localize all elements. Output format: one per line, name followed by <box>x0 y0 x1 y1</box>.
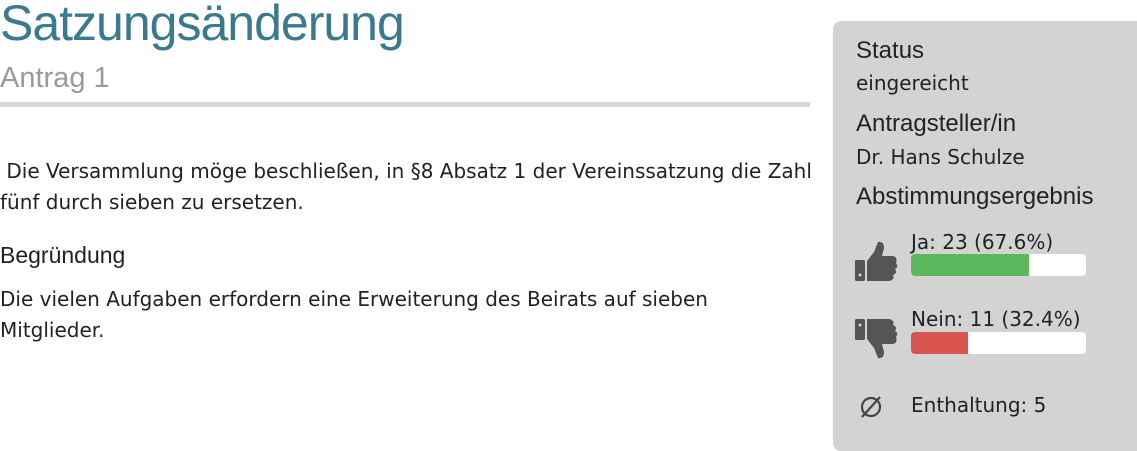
no-vote-bar <box>911 332 1086 354</box>
yes-vote-bar-fill <box>911 254 1030 276</box>
yes-vote-label: Ja: 23 (67.6%) <box>911 230 1054 254</box>
page-subtitle: Antrag 1 <box>0 62 110 94</box>
title-divider <box>0 102 810 107</box>
applicant-value: Dr. Hans Schulze <box>856 145 1025 169</box>
yes-vote-bar <box>911 254 1086 276</box>
motion-text: Die Versammlung möge beschließen, in §8 … <box>0 159 825 214</box>
no-vote-bar-fill <box>911 332 968 354</box>
no-vote-label: Nein: 11 (32.4%) <box>911 307 1081 331</box>
reason-text: Die vielen Aufgaben erfordern eine Erwei… <box>0 287 708 342</box>
status-value: eingereicht <box>856 71 969 95</box>
page-title: Satzungsänderung <box>0 0 405 51</box>
vote-result-label: Abstimmungsergebnis <box>856 183 1094 210</box>
status-label: Status <box>856 37 925 64</box>
motion-info-panel: Status eingereicht Antragsteller/in Dr. … <box>833 21 1137 451</box>
abstain-vote-label: Enthaltung: 5 <box>911 393 1047 417</box>
thumbs-up-icon <box>853 239 899 287</box>
applicant-label: Antragsteller/in <box>856 110 1017 137</box>
empty-set-icon <box>857 393 885 425</box>
reason-heading: Begründung <box>0 242 126 268</box>
thumbs-down-icon <box>853 317 899 365</box>
